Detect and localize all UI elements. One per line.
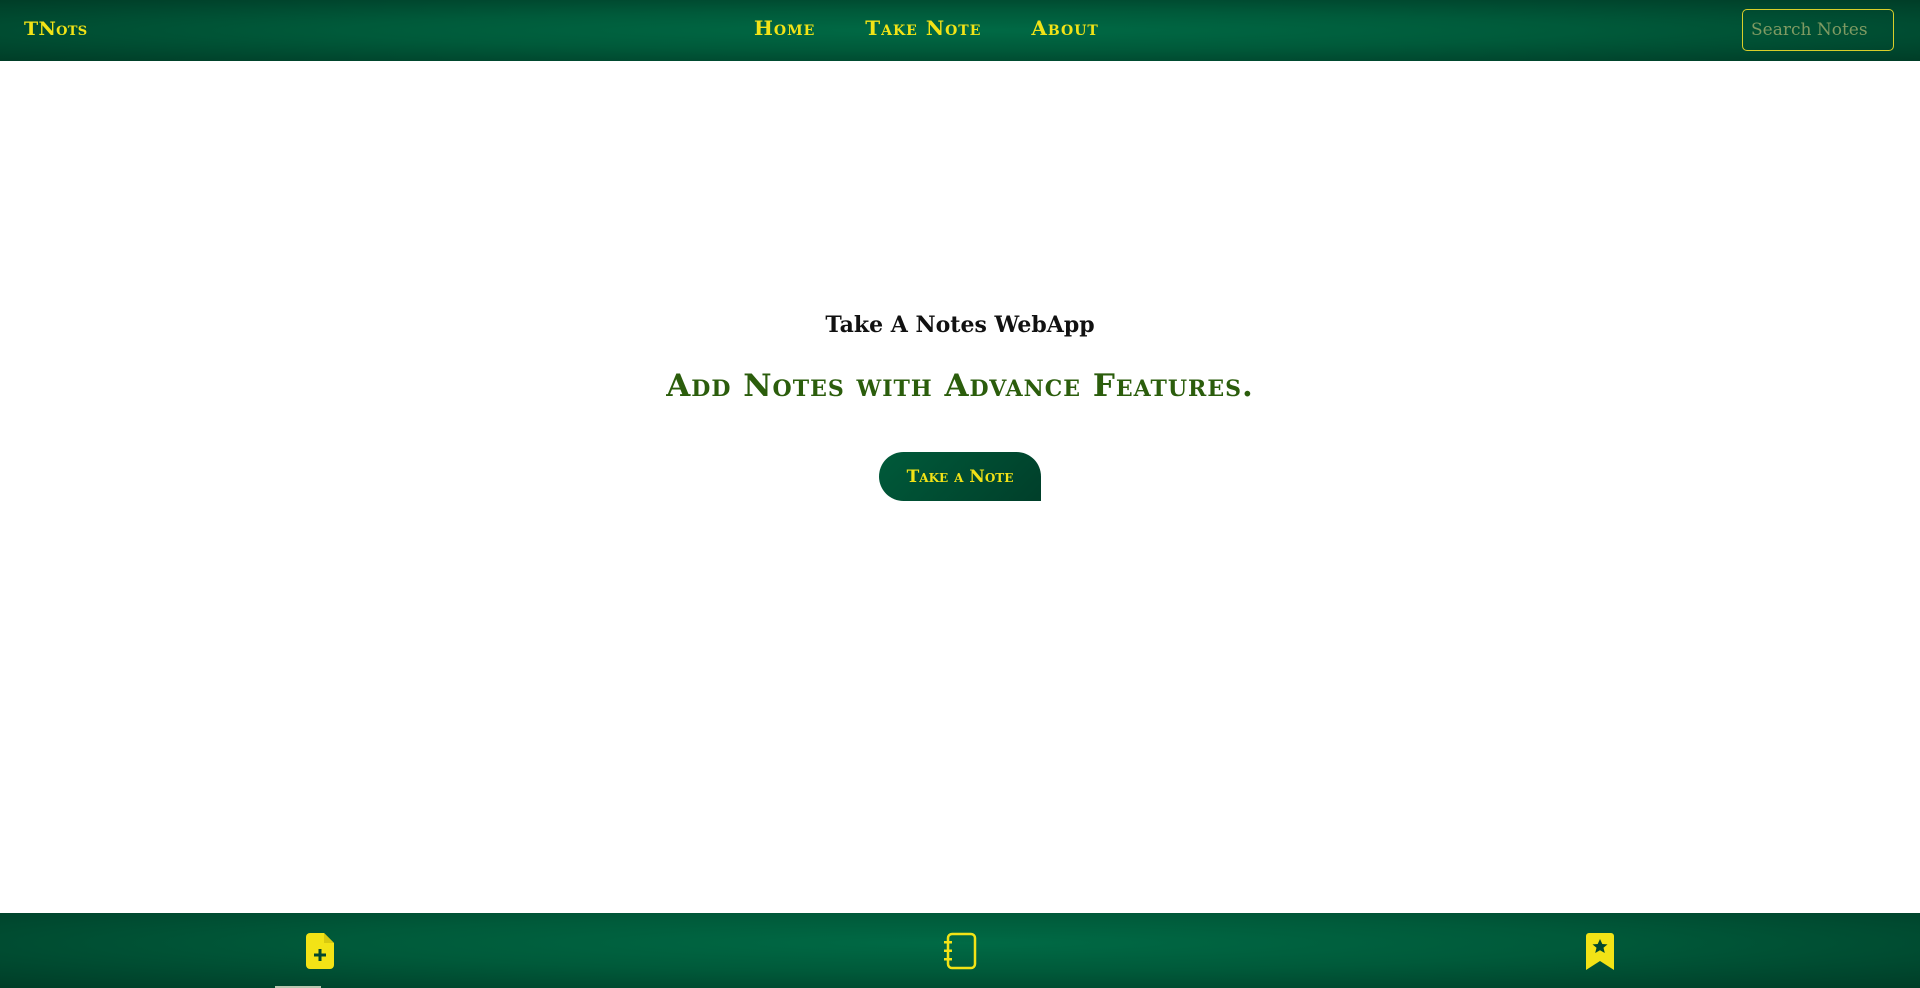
file-add-icon (306, 933, 334, 969)
nav-home[interactable]: Home (754, 16, 815, 40)
bottom-nav-add-note[interactable] (300, 931, 340, 971)
bottom-nav-bookmarks[interactable] (1580, 931, 1620, 971)
bookmark-star-icon (1586, 932, 1614, 970)
nav-about[interactable]: About (1031, 16, 1098, 40)
top-navbar: TNots Home Take Note About (0, 0, 1920, 61)
notebook-icon (943, 932, 977, 970)
hero-headline: Add Notes with Advance Features. (666, 368, 1254, 404)
bottom-navbar (0, 913, 1920, 988)
bottom-nav-notebook[interactable] (940, 931, 980, 971)
main-nav: Home Take Note About (754, 16, 1099, 40)
nav-take-note[interactable]: Take Note (865, 16, 981, 40)
take-note-button[interactable]: Take a Note (879, 452, 1041, 501)
brand-logo[interactable]: TNots (24, 18, 87, 40)
search-input[interactable] (1742, 9, 1894, 51)
hero-subtitle: Take A Notes WebApp (825, 312, 1095, 338)
